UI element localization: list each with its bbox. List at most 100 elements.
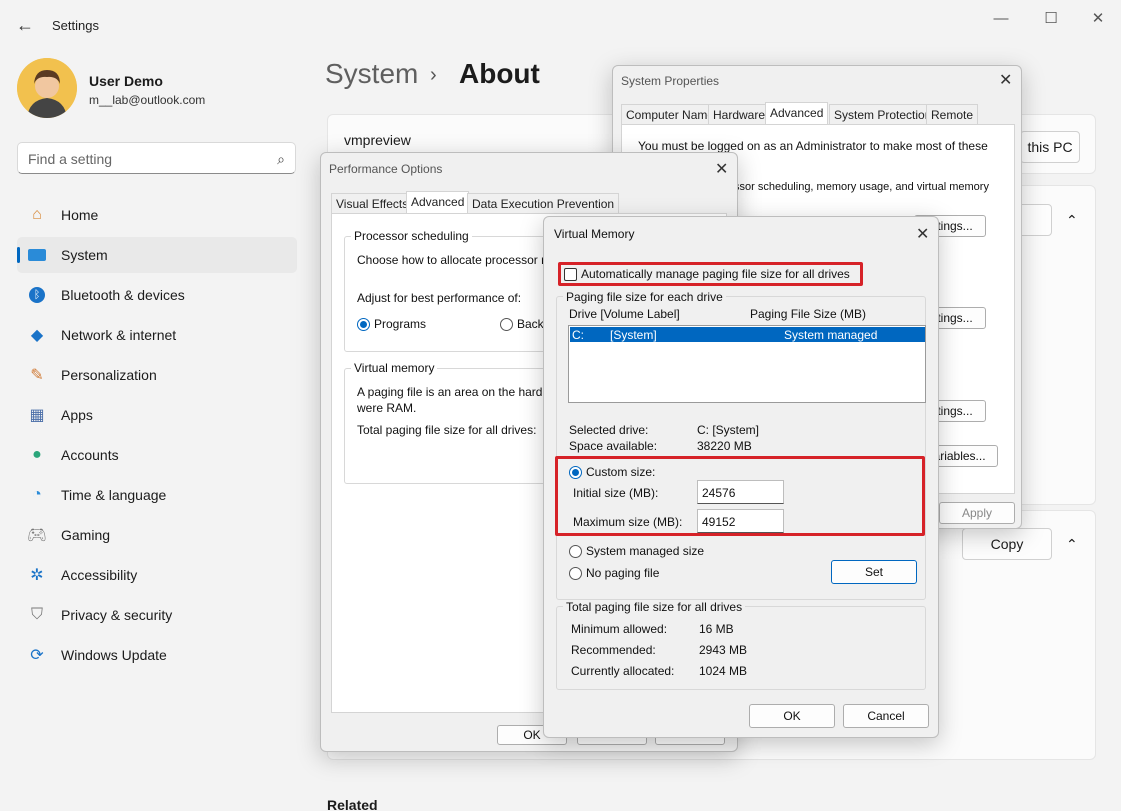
search-icon[interactable]: ⌕ [277,151,285,168]
initial-size-input[interactable]: 24576 [697,480,784,504]
sidebar-item-network[interactable]: ◆Network & internet [17,317,297,353]
radio-on-icon [569,466,582,479]
processor-desc: Choose how to allocate processor re [357,253,552,267]
apps-icon: ▦ [26,404,48,426]
set-button[interactable]: Set [831,560,917,584]
tab-hardware[interactable]: Hardware [708,104,770,124]
vm-desc-2: were RAM. [357,401,416,415]
rename-pc-button[interactable]: this PC [1020,131,1080,163]
selected-drive-value: C: [System] [697,423,759,437]
virtual-memory-dialog: Virtual Memory ✕ Automatically manage pa… [543,216,939,738]
space-label: Space available: [569,439,657,453]
wifi-icon: ◆ [26,324,48,346]
radio-off-icon [569,545,582,558]
paging-each-drive-group: Paging file size for each drive Drive [V… [556,296,926,600]
tab-computer-name[interactable]: Computer Name [621,104,719,124]
close-icon[interactable]: ✕ [715,159,728,179]
tab-remote[interactable]: Remote [926,104,978,124]
system-managed-radio[interactable]: System managed size [569,544,704,558]
checkbox-icon [564,268,577,281]
sidebar-item-accounts[interactable]: ●Accounts [17,437,297,473]
sidebar-item-apps[interactable]: ▦Apps [17,397,297,433]
dialog-title: Virtual Memory [554,227,634,241]
brush-icon: ✎ [26,364,48,386]
custom-size-radio[interactable]: Custom size: [569,465,655,479]
sidebar-item-gaming[interactable]: 🎮︎Gaming [17,517,297,553]
back-arrow-icon[interactable]: ← [14,14,36,36]
max-size-label: Maximum size (MB): [573,515,682,529]
min-allowed-value: 16 MB [699,622,734,636]
dialog-title: System Properties [621,74,719,88]
group-title: Paging file size for each drive [563,290,726,304]
sidebar-item-personalization[interactable]: ✎Personalization [17,357,297,393]
user-email: m__lab@outlook.com [89,93,205,107]
group-title: Processor scheduling [351,229,472,243]
sidebar-item-home[interactable]: ⌂Home [17,197,297,233]
sidebar-item-privacy[interactable]: ⛉Privacy & security [17,597,297,633]
currently-allocated-value: 1024 MB [699,664,747,678]
radio-on-icon [357,318,370,331]
accessibility-icon: ✲ [26,564,48,586]
chevron-up-icon[interactable]: ⌃ [1066,212,1078,229]
system-icon [26,244,48,266]
recommended-value: 2943 MB [699,643,747,657]
sidebar-item-windows-update[interactable]: ⟳Windows Update [17,637,297,673]
no-paging-radio[interactable]: No paging file [569,566,659,580]
breadcrumb-system[interactable]: System [325,58,418,90]
maximize-icon[interactable]: ☐ [1028,6,1074,30]
related-heading: Related [327,797,378,811]
vm-desc-1: A paging file is an area on the hard d [357,385,552,399]
update-icon: ⟳ [26,644,48,666]
search-placeholder: Find a setting [28,151,112,167]
vm-total-label: Total paging file size for all drives: [357,423,536,437]
performance-desc: ssor scheduling, memory usage, and virtu… [734,181,989,193]
cancel-button[interactable]: Cancel [843,704,929,728]
tab-data-execution-prevention[interactable]: Data Execution Prevention [467,193,619,213]
apply-button[interactable]: Apply [939,502,1015,524]
drive-list[interactable]: C: [System] System managed [568,325,926,403]
time-icon: ◔ [26,484,48,506]
ok-button[interactable]: OK [749,704,835,728]
sidebar-item-bluetooth[interactable]: ᛒBluetooth & devices [17,277,297,313]
auto-manage-checkbox[interactable]: Automatically manage paging file size fo… [564,267,850,281]
copy-button[interactable]: Copy [962,528,1052,560]
tab-advanced[interactable]: Advanced [765,102,828,124]
accounts-icon: ● [26,444,48,466]
minimize-icon[interactable]: — [978,6,1024,30]
sidebar-item-time-language[interactable]: ◔Time & language [17,477,297,513]
close-icon[interactable]: ✕ [916,224,929,244]
sidebar-item-accessibility[interactable]: ✲Accessibility [17,557,297,593]
gaming-icon: 🎮︎ [26,524,48,546]
app-title: Settings [52,18,99,33]
active-indicator [17,247,20,263]
space-value: 38220 MB [697,439,752,453]
tab-advanced[interactable]: Advanced [406,191,469,213]
chevron-up-icon[interactable]: ⌃ [1066,536,1078,553]
group-title: Virtual memory [351,361,437,375]
breadcrumb-separator: › [430,64,437,87]
tab-system-protection[interactable]: System Protection [829,104,936,124]
title-bar: ← Settings — ☐ ✕ [0,0,1121,48]
currently-allocated-label: Currently allocated: [571,664,674,678]
dialog-title: Performance Options [329,162,442,176]
close-icon[interactable]: ✕ [999,70,1012,90]
device-name: vmpreview [344,132,411,148]
adjust-label: Adjust for best performance of: [357,291,521,305]
radio-off-icon [569,567,582,580]
recommended-label: Recommended: [571,643,656,657]
search-input[interactable]: Find a setting ⌕ [17,142,296,174]
user-name: User Demo [89,73,163,89]
list-item[interactable]: C: [System] System managed [570,327,925,342]
total-paging-group: Total paging file size for all drives Mi… [556,606,926,690]
tab-visual-effects[interactable]: Visual Effects [331,193,413,213]
home-icon: ⌂ [26,204,48,226]
avatar[interactable] [17,58,77,118]
bluetooth-icon: ᛒ [26,284,48,306]
group-title: Total paging file size for all drives [563,600,745,614]
initial-size-label: Initial size (MB): [573,486,658,500]
sidebar-item-system[interactable]: System [17,237,297,273]
max-size-input[interactable]: 49152 [697,509,784,533]
col-size: Paging File Size (MB) [750,307,866,321]
close-icon[interactable]: ✕ [1075,6,1121,30]
programs-radio[interactable]: Programs [357,317,426,331]
